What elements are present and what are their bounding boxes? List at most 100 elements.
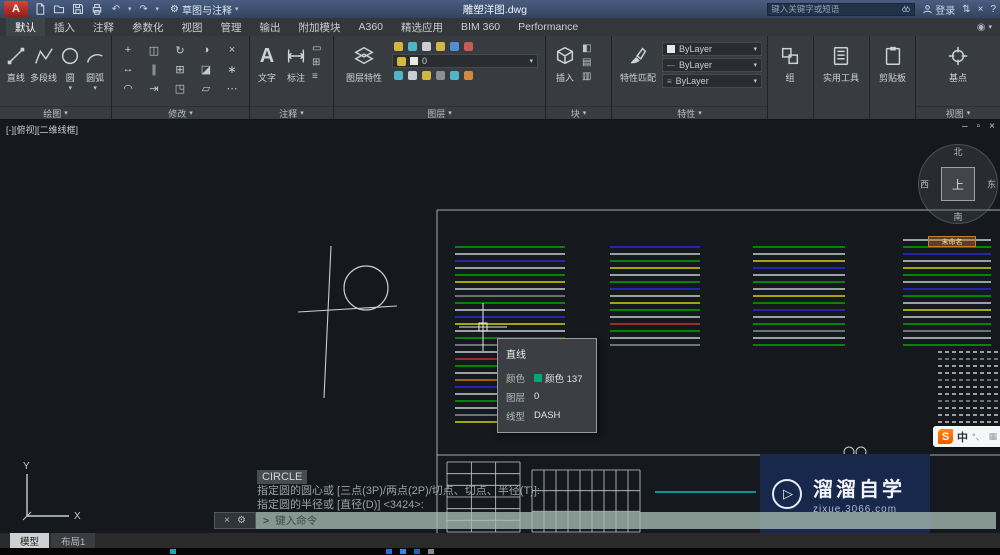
ribbon-tab[interactable]: 注释: [84, 18, 123, 36]
sogou-icon[interactable]: S: [938, 429, 953, 444]
open-file-icon[interactable]: [52, 2, 66, 16]
keyboard-icon[interactable]: ▦: [989, 431, 998, 442]
line-tool-button[interactable]: 直线: [4, 39, 28, 84]
array-icon[interactable]: ⊞: [168, 60, 192, 78]
close-command-icon[interactable]: ×: [224, 515, 230, 526]
clipboard-button[interactable]: 剪贴板: [874, 39, 911, 84]
insert-block-button[interactable]: 插入: [550, 39, 580, 84]
restore-drawing-icon[interactable]: ▫: [977, 121, 981, 132]
ribbon-tab[interactable]: Performance: [509, 18, 587, 36]
bylayer-dropdown-2[interactable]: — ByLayer ▾: [662, 58, 762, 72]
ribbon-tab[interactable]: BIM 360: [452, 18, 509, 36]
offset-icon[interactable]: ∥: [142, 60, 166, 78]
taskbar-app-icon[interactable]: [386, 549, 392, 554]
ime-mode-indicator[interactable]: 中: [957, 429, 968, 445]
layer-tool-icon[interactable]: [408, 71, 417, 80]
explode-icon[interactable]: ∗: [220, 60, 244, 78]
ribbon-collapse-icon[interactable]: ▾: [988, 24, 992, 31]
panel-footer-draw[interactable]: 绘图 ▾: [0, 106, 111, 119]
search-input[interactable]: 键入关键字或短语: [767, 2, 916, 16]
layer-tool-icon[interactable]: [394, 71, 403, 80]
table-icon[interactable]: ⊞: [312, 57, 321, 69]
ribbon-tab[interactable]: 参数化: [123, 18, 173, 36]
rotate-icon[interactable]: ↻: [168, 41, 192, 59]
compass-west-label[interactable]: 西: [920, 178, 929, 191]
close-drawing-icon[interactable]: ×: [989, 121, 995, 132]
more-icon[interactable]: ⋯: [220, 79, 244, 97]
scale-icon[interactable]: ◳: [168, 79, 192, 97]
stretch-icon[interactable]: ↔: [116, 60, 140, 78]
markup-icon[interactable]: ≡: [312, 71, 321, 83]
match-properties-button[interactable]: 特性匹配: [616, 39, 660, 84]
panel-footer-block[interactable]: 块 ▾: [546, 106, 611, 119]
move-icon[interactable]: +: [116, 41, 140, 59]
layer-tool-icon[interactable]: [436, 42, 445, 51]
ribbon-tab[interactable]: 管理: [212, 18, 251, 36]
command-input[interactable]: > 键入命令: [256, 512, 996, 529]
extend-icon[interactable]: ⇥: [142, 79, 166, 97]
app-logo-icon[interactable]: A: [4, 1, 28, 17]
compass-east-label[interactable]: 东: [987, 178, 996, 191]
fillet-icon[interactable]: ◠: [116, 79, 140, 97]
erase-icon[interactable]: ◪: [194, 60, 218, 78]
ribbon-tab[interactable]: 视图: [173, 18, 212, 36]
minimize-drawing-icon[interactable]: –: [962, 121, 968, 132]
x-icon[interactable]: ×: [978, 4, 984, 15]
viewcube-top-face[interactable]: 上: [941, 167, 975, 201]
edit-attribute-icon[interactable]: ◧: [582, 43, 591, 55]
taskbar-app-icon[interactable]: [400, 549, 406, 554]
undo-icon[interactable]: ↶: [109, 2, 123, 16]
text-tool-button[interactable]: A 文字: [254, 39, 280, 84]
mirror-icon[interactable]: ◑: [194, 41, 218, 59]
ribbon-tab[interactable]: 默认: [6, 18, 45, 36]
cloud-sync-icon[interactable]: ⇅: [962, 4, 970, 15]
panel-footer-modify[interactable]: 修改 ▾: [112, 106, 249, 119]
compass-north-label[interactable]: 北: [953, 145, 962, 158]
polyline-tool-button[interactable]: 多段线: [30, 39, 57, 84]
ribbon-options-icon[interactable]: ◉: [977, 22, 986, 33]
customize-command-icon[interactable]: ⚙: [237, 515, 246, 526]
layer-tool-icon[interactable]: [408, 42, 417, 51]
ribbon-tab[interactable]: A360: [350, 18, 393, 36]
undo-dropdown-icon[interactable]: ▾: [128, 6, 132, 13]
ribbon-tab[interactable]: 插入: [45, 18, 84, 36]
sign-in-button[interactable]: 登录: [922, 2, 955, 17]
taskbar-app-icon[interactable]: [414, 549, 420, 554]
utilities-button[interactable]: 实用工具: [818, 39, 864, 84]
panel-footer-layers[interactable]: 图层 ▾: [334, 106, 545, 119]
bylayer-dropdown-3[interactable]: ≡ ByLayer ▾: [662, 74, 762, 88]
layout1-tab[interactable]: 布局1: [51, 533, 96, 548]
binoculars-search-icon[interactable]: [901, 4, 911, 14]
help-icon[interactable]: ?: [990, 4, 996, 15]
viewcube[interactable]: 北 西 东 南 上: [918, 144, 998, 224]
break-icon[interactable]: ▱: [194, 79, 218, 97]
layer-tool-icon[interactable]: [422, 42, 431, 51]
layer-tool-icon[interactable]: [436, 71, 445, 80]
save-icon[interactable]: [71, 2, 85, 16]
ime-punctuation[interactable]: °、: [972, 430, 985, 443]
layer-tool-icon[interactable]: [394, 42, 403, 51]
ribbon-tab[interactable]: 精选应用: [392, 18, 452, 36]
layer-tool-icon[interactable]: [464, 71, 473, 80]
circle-tool-button[interactable]: 圆 ▾: [59, 39, 81, 92]
new-file-icon[interactable]: [33, 2, 47, 16]
layer-tool-icon[interactable]: [450, 71, 459, 80]
define-attribute-icon[interactable]: ▥: [582, 71, 591, 83]
leader-icon[interactable]: ▭: [312, 43, 321, 55]
group-button[interactable]: 组: [772, 39, 808, 84]
create-block-icon[interactable]: ▤: [582, 57, 591, 69]
bylayer-dropdown-1[interactable]: ByLayer ▾: [662, 42, 762, 56]
layer-properties-button[interactable]: 图层特性: [338, 39, 390, 84]
redo-icon[interactable]: ↷: [137, 2, 151, 16]
arc-tool-button[interactable]: 圆弧 ▾: [83, 39, 107, 92]
panel-footer-annotate[interactable]: 注释 ▾: [250, 106, 333, 119]
ribbon-tab[interactable]: 附加模块: [290, 18, 350, 36]
layer-tool-icon[interactable]: [464, 42, 473, 51]
trim-icon[interactable]: ×: [220, 41, 244, 59]
ime-toolbar[interactable]: S 中 °、 ▦: [933, 426, 1000, 447]
copy-icon[interactable]: ◫: [142, 41, 166, 59]
panel-footer-view[interactable]: 视图 ▾: [916, 106, 1000, 119]
plot-icon[interactable]: [90, 2, 104, 16]
compass-south-label[interactable]: 南: [953, 210, 962, 223]
base-point-button[interactable]: 基点: [939, 39, 977, 84]
